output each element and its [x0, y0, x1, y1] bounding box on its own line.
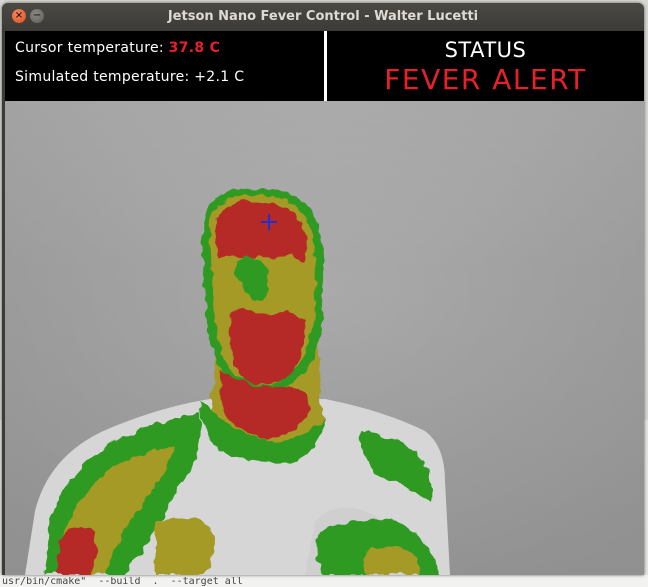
simulated-temperature-line: Simulated temperature: +2.1 C — [15, 69, 244, 85]
lower-middle-region — [155, 517, 214, 575]
simulated-temperature-label: Simulated temperature: — [15, 69, 190, 85]
cursor-temperature-label: Cursor temperature: — [15, 40, 164, 56]
cursor-crosshair-icon — [261, 214, 277, 230]
app-window: × − Jetson Nano Fever Control - Walter L… — [2, 3, 644, 575]
cursor-temperature-value: 37.8 C — [168, 40, 221, 56]
window-title: Jetson Nano Fever Control - Walter Lucet… — [167, 9, 479, 24]
title-bar[interactable]: × − Jetson Nano Fever Control - Walter L… — [2, 3, 644, 31]
info-panel: Cursor temperature: 37.8 C Simulated tem… — [5, 31, 644, 101]
thermal-camera-view[interactable] — [5, 101, 644, 575]
cursor-temperature-line: Cursor temperature: 37.8 C — [15, 40, 220, 56]
simulated-temperature-value: +2.1 C — [194, 69, 245, 85]
terminal-output: usr/bin/cmake" --build . --target all — [2, 577, 243, 587]
status-label: STATUS — [444, 38, 527, 62]
status-value: FEVER ALERT — [384, 63, 587, 96]
thermal-image — [5, 101, 644, 575]
